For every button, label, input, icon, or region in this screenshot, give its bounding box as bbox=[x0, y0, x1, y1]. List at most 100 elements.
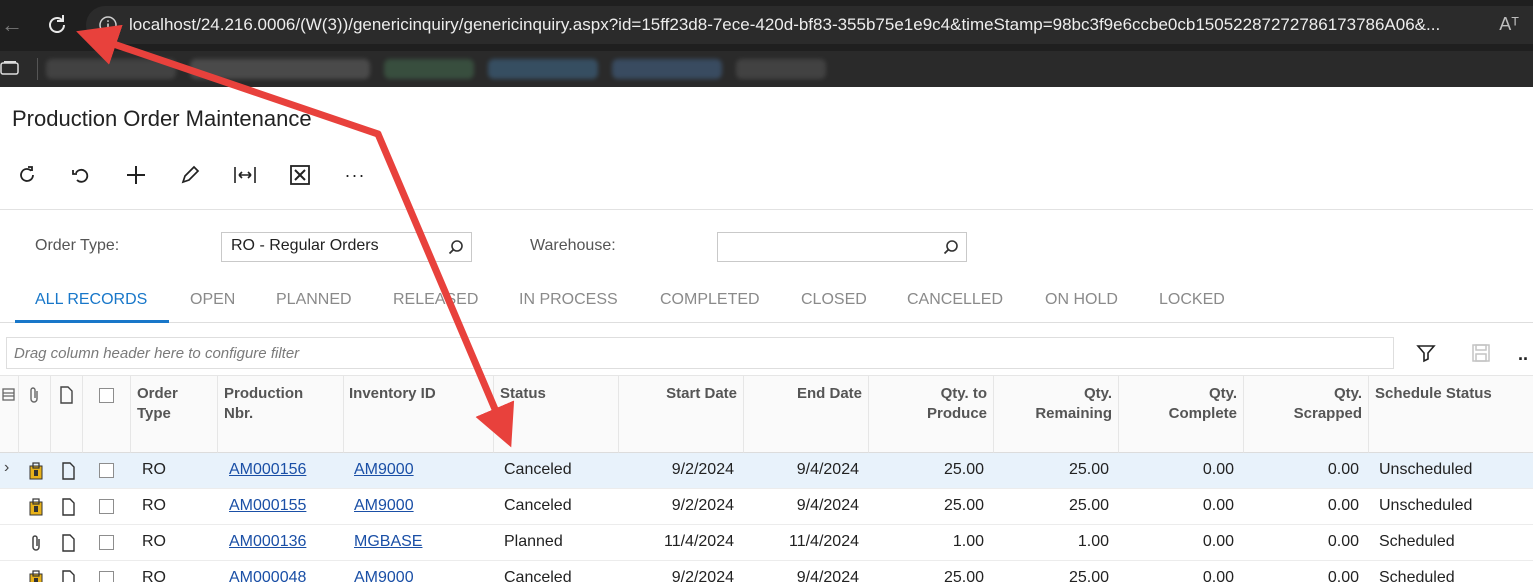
cell-schedule-status: Unscheduled bbox=[1379, 461, 1473, 478]
add-icon bbox=[127, 166, 145, 184]
header-status-label: Status bbox=[500, 385, 546, 402]
grid-settings-icon[interactable] bbox=[1, 387, 17, 403]
blurred-bookmark[interactable] bbox=[488, 59, 598, 79]
document-icon[interactable] bbox=[60, 534, 76, 552]
header-status[interactable]: Status bbox=[494, 375, 619, 453]
document-icon[interactable] bbox=[60, 462, 76, 480]
grid-more-button[interactable]: .. bbox=[1518, 344, 1528, 365]
cell-inventory-id[interactable]: AM9000 bbox=[354, 497, 414, 515]
cell-start-date: 9/2/2024 bbox=[671, 569, 734, 582]
tab-closed[interactable]: CLOSED bbox=[801, 291, 867, 309]
url-omnibox[interactable]: localhost/24.216.0006/(W(3))/genericinqu… bbox=[86, 6, 1533, 44]
attachment-note-icon[interactable] bbox=[28, 462, 44, 480]
table-row[interactable]: › RO AM000156 AM9000 Canceled 9/2/2024 9/4/202… bbox=[0, 453, 1533, 489]
paperclip-icon[interactable] bbox=[28, 534, 44, 552]
cell-inventory-id[interactable]: AM9000 bbox=[354, 569, 414, 582]
row-select-checkbox[interactable] bbox=[99, 463, 114, 478]
cell-production-nbr[interactable]: AM000156 bbox=[229, 461, 306, 479]
cell-inventory-id[interactable]: MGBASE bbox=[354, 533, 422, 551]
tab-all-records[interactable]: ALL RECORDS bbox=[35, 291, 147, 309]
cell-qty-scrapped: 0.00 bbox=[1327, 533, 1359, 550]
cell-order-type: RO bbox=[142, 497, 166, 514]
tab-on-hold[interactable]: ON HOLD bbox=[1045, 291, 1118, 309]
header-qty-to-produce-line1: Qty. to bbox=[940, 385, 987, 402]
blurred-bookmark[interactable] bbox=[612, 59, 722, 79]
header-qty-scrapped-line1: Qty. bbox=[1333, 385, 1362, 402]
cell-qty-remaining: 25.00 bbox=[1068, 569, 1109, 582]
fit-columns-button[interactable] bbox=[230, 161, 260, 189]
header-qty-remaining-line1: Qty. bbox=[1083, 385, 1112, 402]
attachment-note-icon[interactable] bbox=[28, 570, 44, 582]
row-select-checkbox[interactable] bbox=[99, 535, 114, 550]
header-qty-to-produce[interactable]: Qty. to Produce bbox=[869, 375, 994, 453]
document-icon[interactable] bbox=[60, 498, 76, 516]
header-schedule-status[interactable]: Schedule Status bbox=[1369, 375, 1533, 453]
cell-production-nbr[interactable]: AM000155 bbox=[229, 497, 306, 515]
tab-cancelled[interactable]: CANCELLED bbox=[907, 291, 1003, 309]
grid-filter-dropzone[interactable]: Drag column header here to configure fil… bbox=[6, 337, 1394, 369]
reload-icon[interactable] bbox=[44, 10, 70, 40]
header-qty-remaining-line2: Remaining bbox=[1035, 405, 1112, 422]
save-filter-icon[interactable] bbox=[1470, 342, 1492, 364]
cell-qty-to-produce: 1.00 bbox=[952, 533, 984, 550]
collections-icon[interactable] bbox=[0, 60, 20, 76]
more-actions-button[interactable]: ··· bbox=[340, 161, 370, 189]
row-select-checkbox[interactable] bbox=[99, 499, 114, 514]
attachment-note-icon[interactable] bbox=[28, 498, 44, 516]
browser-address-bar: ← localhost/24.216.0006/(W(3))/genericin… bbox=[0, 0, 1533, 51]
header-qty-complete-line2: Complete bbox=[1168, 405, 1237, 422]
filter-icon[interactable] bbox=[1415, 342, 1437, 364]
paperclip-icon bbox=[30, 387, 38, 403]
header-production-nbr-line2: Nbr. bbox=[224, 405, 254, 422]
cell-schedule-status: Scheduled bbox=[1379, 533, 1455, 550]
blurred-bookmark[interactable] bbox=[384, 59, 474, 79]
tab-locked[interactable]: LOCKED bbox=[1159, 291, 1225, 309]
read-aloud-icon[interactable]: Aᵀ bbox=[1499, 14, 1519, 35]
refresh-icon bbox=[20, 166, 34, 182]
back-arrow-icon[interactable]: ← bbox=[0, 10, 24, 40]
blurred-bookmark[interactable] bbox=[736, 59, 826, 79]
cell-production-nbr[interactable]: AM000136 bbox=[229, 533, 306, 551]
cell-order-type: RO bbox=[142, 533, 166, 550]
header-divider bbox=[0, 209, 1533, 210]
blurred-bookmark[interactable] bbox=[46, 59, 176, 79]
order-type-selector[interactable]: RO - Regular Orders bbox=[221, 232, 472, 262]
undo-button[interactable] bbox=[66, 161, 96, 189]
header-order-type-line1: Order bbox=[137, 385, 178, 402]
tab-planned[interactable]: PLANNED bbox=[276, 291, 352, 309]
tab-in-process[interactable]: IN PROCESS bbox=[519, 291, 618, 309]
cell-inventory-id[interactable]: AM9000 bbox=[354, 461, 414, 479]
cell-qty-to-produce: 25.00 bbox=[943, 461, 984, 478]
header-inventory-id[interactable]: Inventory ID bbox=[344, 375, 494, 453]
warehouse-selector[interactable] bbox=[717, 232, 967, 262]
tab-completed[interactable]: COMPLETED bbox=[660, 291, 760, 309]
search-icon[interactable] bbox=[942, 238, 960, 256]
tab-released[interactable]: RELEASED bbox=[393, 291, 478, 309]
document-icon[interactable] bbox=[60, 570, 76, 582]
search-icon[interactable] bbox=[447, 238, 465, 256]
edit-button[interactable] bbox=[175, 161, 205, 189]
cell-production-nbr[interactable]: AM000048 bbox=[229, 569, 306, 582]
cell-status: Canceled bbox=[504, 569, 572, 582]
header-qty-to-produce-line2: Produce bbox=[926, 405, 987, 422]
header-end-date[interactable]: End Date bbox=[744, 375, 869, 453]
url-text[interactable]: localhost/24.216.0006/(W(3))/genericinqu… bbox=[129, 15, 1459, 35]
select-all-checkbox[interactable] bbox=[99, 388, 114, 403]
info-icon[interactable] bbox=[98, 15, 118, 35]
header-order-type-line2: Type bbox=[137, 405, 171, 422]
row-select-checkbox[interactable] bbox=[99, 571, 114, 582]
header-start-date[interactable]: Start Date bbox=[619, 375, 744, 453]
header-qty-scrapped[interactable]: Qty. Scrapped bbox=[1244, 375, 1369, 453]
tab-open[interactable]: OPEN bbox=[190, 291, 235, 309]
table-row[interactable]: RO AM000048 AM9000 Canceled 9/2/2024 9/4/2024… bbox=[0, 561, 1533, 582]
excel-export-button[interactable] bbox=[285, 161, 315, 189]
table-row[interactable]: RO AM000136 MGBASE Planned 11/4/2024 11/4/202… bbox=[0, 525, 1533, 561]
table-row[interactable]: RO AM000155 AM9000 Canceled 9/2/2024 9/4/2024… bbox=[0, 489, 1533, 525]
add-button[interactable] bbox=[121, 161, 151, 189]
refresh-button[interactable] bbox=[12, 161, 42, 189]
header-qty-remaining[interactable]: Qty. Remaining bbox=[994, 375, 1119, 453]
header-production-nbr[interactable]: Production Nbr. bbox=[218, 375, 344, 453]
blurred-bookmark[interactable] bbox=[190, 59, 370, 79]
header-order-type[interactable]: Order Type bbox=[131, 375, 218, 453]
header-qty-complete[interactable]: Qty. Complete bbox=[1119, 375, 1244, 453]
